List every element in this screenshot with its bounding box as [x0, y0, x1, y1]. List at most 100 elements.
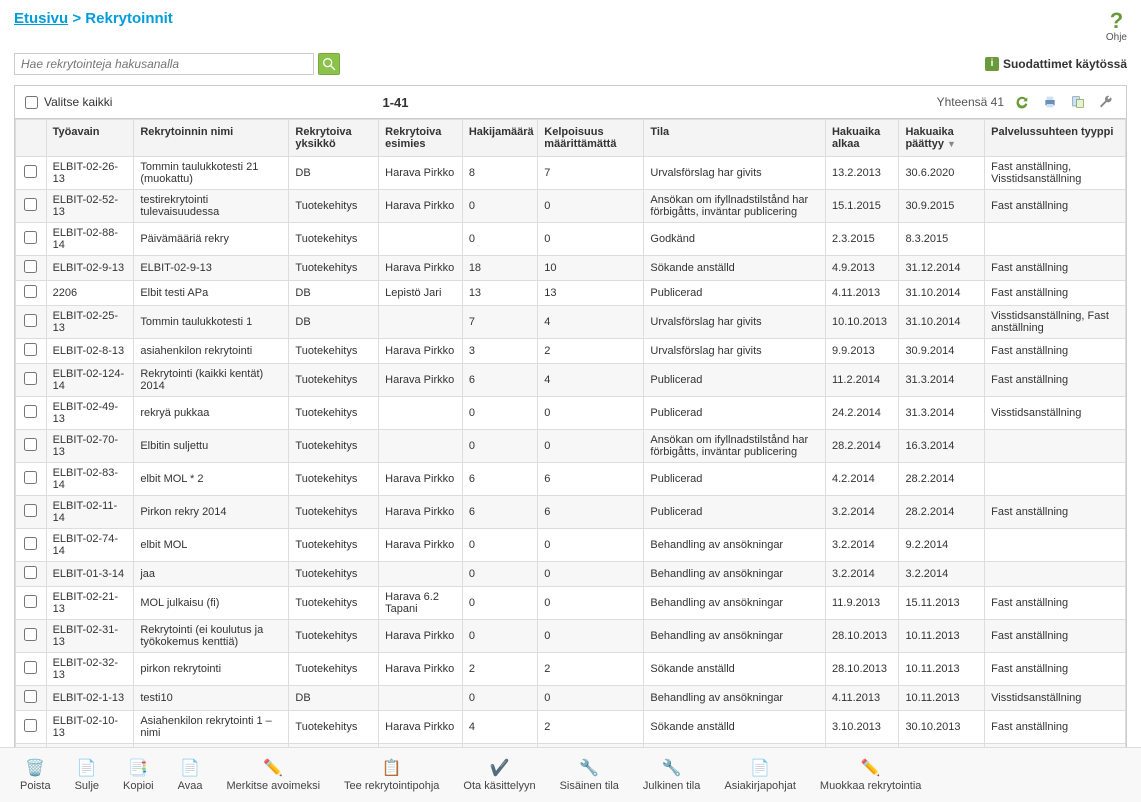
row-checkbox[interactable] — [24, 372, 37, 385]
help-link[interactable]: ? Ohje — [1106, 10, 1127, 43]
table-row[interactable]: ELBIT-02-88-14Päivämääriä rekryTuotekehi… — [16, 223, 1126, 256]
row-checkbox[interactable] — [24, 504, 37, 517]
cell-alkaa: 24.2.2014 — [825, 397, 898, 430]
row-checkbox[interactable] — [24, 438, 37, 451]
row-checkbox[interactable] — [24, 285, 37, 298]
col-esimies[interactable]: Rekrytoiva esimies — [379, 120, 463, 157]
cell-nimi: MOL julkaisu (fi) — [134, 587, 289, 620]
settings-button[interactable] — [1096, 92, 1116, 112]
table-row[interactable]: ELBIT-02-70-13Elbitin suljettuTuotekehit… — [16, 430, 1126, 463]
col-tyoavain[interactable]: Työavain — [46, 120, 134, 157]
col-alkaa[interactable]: Hakuaika alkaa — [825, 120, 898, 157]
col-kelpoisuus[interactable]: Kelpoisuus määrittämättä — [538, 120, 644, 157]
cell-esimies — [379, 306, 463, 339]
table-row[interactable]: ELBIT-02-25-13Tommin taulukkotesti 1DB74… — [16, 306, 1126, 339]
cell-nimi: testi10 — [134, 686, 289, 711]
row-checkbox[interactable] — [24, 661, 37, 674]
table-row[interactable]: ELBIT-02-11-14Pirkon rekry 2014Tuotekehi… — [16, 496, 1126, 529]
table-row[interactable]: ELBIT-02-21-13MOL julkaisu (fi)Tuotekehi… — [16, 587, 1126, 620]
cell-tyoavain: ELBIT-02-74-14 — [46, 529, 134, 562]
edit-recruitment-button[interactable]: ✏️Muokkaa rekrytointia — [810, 754, 932, 796]
table-row[interactable]: ELBIT-02-26-13Tommin taulukkotesti 21 (m… — [16, 157, 1126, 190]
help-label: Ohje — [1106, 32, 1127, 43]
close-button[interactable]: 📄Sulje — [65, 754, 109, 796]
export-button[interactable] — [1068, 92, 1088, 112]
row-checkbox[interactable] — [24, 343, 37, 356]
cell-esimies: Harava Pirkko — [379, 496, 463, 529]
row-checkbox[interactable] — [24, 628, 37, 641]
cell-tila: Behandling av ansökningar — [644, 529, 826, 562]
take-processing-button[interactable]: ✔️Ota käsittelyyn — [453, 754, 545, 796]
table-row[interactable]: ELBIT-01-3-14jaaTuotekehitys00Behandling… — [16, 562, 1126, 587]
table-row[interactable]: ELBIT-02-74-14elbit MOLTuotekehitysHarav… — [16, 529, 1126, 562]
search-button[interactable] — [318, 53, 340, 75]
cell-yksikko: Tuotekehitys — [289, 430, 379, 463]
row-checkbox[interactable] — [24, 595, 37, 608]
table-row[interactable]: ELBIT-02-9-13ELBIT-02-9-13TuotekehitysHa… — [16, 256, 1126, 281]
cell-esimies: Harava Pirkko — [379, 364, 463, 397]
open-button[interactable]: 📄Avaa — [168, 754, 213, 796]
select-all-checkbox[interactable] — [25, 96, 38, 109]
cell-tila: Publicerad — [644, 463, 826, 496]
breadcrumb: Etusivu > Rekrytoinnit — [14, 10, 173, 27]
cell-nimi: elbit MOL — [134, 529, 289, 562]
search-input[interactable] — [14, 53, 314, 75]
cell-tila: Behandling av ansökningar — [644, 620, 826, 653]
cell-paattyy: 31.3.2014 — [899, 364, 985, 397]
cell-alkaa: 4.11.2013 — [825, 281, 898, 306]
row-checkbox[interactable] — [24, 537, 37, 550]
breadcrumb-home[interactable]: Etusivu — [14, 10, 68, 27]
row-checkbox[interactable] — [24, 231, 37, 244]
row-checkbox[interactable] — [24, 198, 37, 211]
table-row[interactable]: ELBIT-02-32-13pirkon rekrytointiTuotekeh… — [16, 653, 1126, 686]
cell-tila: Publicerad — [644, 364, 826, 397]
public-state-button[interactable]: 🔧Julkinen tila — [633, 754, 710, 796]
copy-button[interactable]: 📑Kopioi — [113, 754, 164, 796]
row-checkbox[interactable] — [24, 165, 37, 178]
row-checkbox[interactable] — [24, 405, 37, 418]
table-row[interactable]: ELBIT-02-52-13testirekrytointi tulevaisu… — [16, 190, 1126, 223]
delete-button[interactable]: 🗑️Poista — [10, 754, 61, 796]
internal-state-button[interactable]: 🔧Sisäinen tila — [550, 754, 629, 796]
cell-yksikko: Tuotekehitys — [289, 463, 379, 496]
wrench-icon — [1098, 94, 1114, 110]
table-row[interactable]: ELBIT-02-31-13Rekrytointi (ei koulutus j… — [16, 620, 1126, 653]
internal-icon: 🔧 — [577, 758, 601, 778]
col-tyyppi[interactable]: Palvelussuhteen tyyppi — [985, 120, 1126, 157]
col-nimi[interactable]: Rekrytoinnin nimi — [134, 120, 289, 157]
col-tila[interactable]: Tila — [644, 120, 826, 157]
cell-paattyy: 8.3.2015 — [899, 223, 985, 256]
row-checkbox[interactable] — [24, 260, 37, 273]
table-row[interactable]: ELBIT-02-10-13Asiahenkilon rekrytointi 1… — [16, 711, 1126, 744]
col-paattyy[interactable]: Hakuaika päättyy ▼ — [899, 120, 985, 157]
make-template-button[interactable]: 📋Tee rekrytointipohja — [334, 754, 449, 796]
select-all[interactable]: Valitse kaikki — [25, 95, 112, 109]
table-row[interactable]: ELBIT-02-83-14elbit MOL * 2TuotekehitysH… — [16, 463, 1126, 496]
table-row[interactable]: ELBIT-02-1-13testi10DB00Behandling av an… — [16, 686, 1126, 711]
row-checkbox[interactable] — [24, 566, 37, 579]
refresh-button[interactable] — [1012, 92, 1032, 112]
table-row[interactable]: ELBIT-02-124-14Rekrytointi (kaikki kentä… — [16, 364, 1126, 397]
row-checkbox[interactable] — [24, 690, 37, 703]
cell-alkaa: 28.10.2013 — [825, 653, 898, 686]
table-row[interactable]: 2206Elbit testi APaDBLepistö Jari1313Pub… — [16, 281, 1126, 306]
cell-tyoavain: ELBIT-02-11-14 — [46, 496, 134, 529]
table-row[interactable]: ELBIT-02-8-13asiahenkilon rekrytointiTuo… — [16, 339, 1126, 364]
cell-esimies: Harava Pirkko — [379, 339, 463, 364]
print-button[interactable] — [1040, 92, 1060, 112]
mark-open-button[interactable]: ✏️Merkitse avoimeksi — [217, 754, 331, 796]
row-checkbox[interactable] — [24, 314, 37, 327]
table-row[interactable]: ELBIT-02-49-13rekryä pukkaaTuotekehitys0… — [16, 397, 1126, 430]
cell-esimies: Harava Pirkko — [379, 529, 463, 562]
cell-tila: Sökande anställd — [644, 711, 826, 744]
col-yksikko[interactable]: Rekrytoiva yksikkö — [289, 120, 379, 157]
cell-alkaa: 4.9.2013 — [825, 256, 898, 281]
doc-templates-button[interactable]: 📄Asiakirjapohjat — [714, 754, 806, 796]
row-checkbox[interactable] — [24, 471, 37, 484]
col-hakijamaara[interactable]: Hakijamäärä — [462, 120, 537, 157]
row-checkbox[interactable] — [24, 719, 37, 732]
cell-tila: Publicerad — [644, 496, 826, 529]
cell-yksikko: DB — [289, 686, 379, 711]
template-icon: 📋 — [380, 758, 404, 778]
cell-yksikko: Tuotekehitys — [289, 364, 379, 397]
